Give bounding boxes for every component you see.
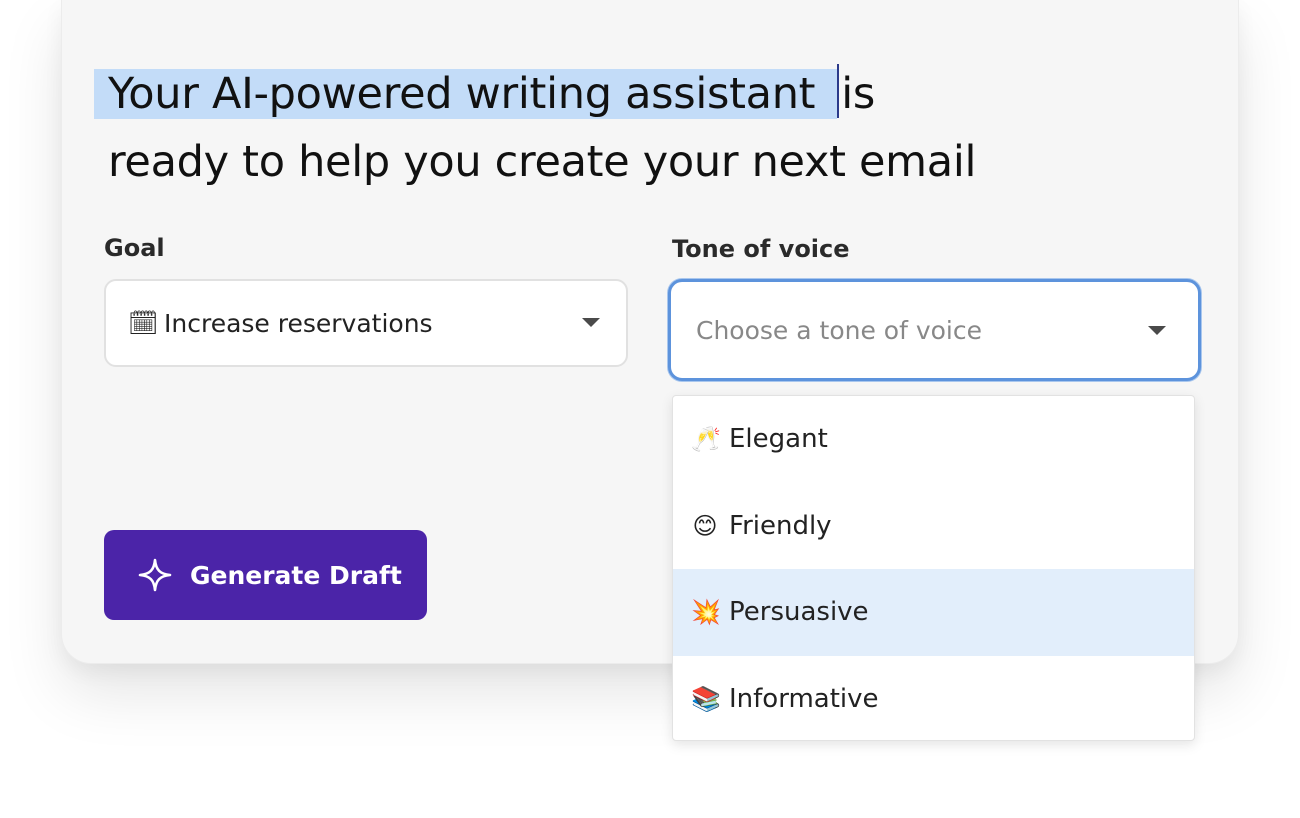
tone-option-label: Elegant bbox=[729, 424, 828, 455]
goal-select[interactable]: 🗓 Increase reservations bbox=[104, 279, 628, 367]
selected-headline-text[interactable]: Your AI-powered writing assistant bbox=[94, 69, 838, 119]
tone-select-placeholder: Choose a tone of voice bbox=[696, 315, 982, 345]
headline-text-rest: is bbox=[841, 69, 875, 119]
tone-dropdown-menu: 🥂 Elegant 😊 Friendly 💥 Persuasive 📚 Info… bbox=[672, 395, 1195, 741]
tone-option-informative[interactable]: 📚 Informative bbox=[673, 656, 1194, 741]
calendar-icon: 🗓 bbox=[128, 309, 159, 337]
goal-label: Goal bbox=[104, 234, 165, 262]
clinking-glasses-icon: 🥂 bbox=[691, 425, 721, 454]
tone-option-elegant[interactable]: 🥂 Elegant bbox=[673, 396, 1194, 483]
generate-draft-button[interactable]: Generate Draft bbox=[104, 530, 427, 620]
chevron-down-icon bbox=[1148, 326, 1166, 335]
tone-option-label: Informative bbox=[729, 683, 879, 714]
text-cursor bbox=[837, 64, 840, 118]
collision-icon: 💥 bbox=[691, 598, 721, 627]
generate-draft-label: Generate Draft bbox=[190, 560, 402, 590]
chevron-down-icon bbox=[582, 318, 600, 327]
tone-label: Tone of voice bbox=[672, 235, 850, 263]
books-icon: 📚 bbox=[691, 684, 721, 713]
tone-option-friendly[interactable]: 😊 Friendly bbox=[673, 483, 1194, 570]
page-title: Your AI-powered writing assistant is read… bbox=[94, 60, 1094, 196]
tone-select[interactable]: Choose a tone of voice bbox=[668, 279, 1201, 381]
tone-option-persuasive[interactable]: 💥 Persuasive bbox=[673, 569, 1194, 656]
headline-text-line2: ready to help you create your next email bbox=[108, 137, 977, 187]
smiling-face-icon: 😊 bbox=[692, 511, 718, 540]
tone-option-label: Friendly bbox=[729, 510, 832, 541]
sparkle-icon bbox=[138, 558, 172, 592]
goal-select-value: Increase reservations bbox=[164, 308, 433, 338]
tone-option-label: Persuasive bbox=[729, 597, 869, 628]
